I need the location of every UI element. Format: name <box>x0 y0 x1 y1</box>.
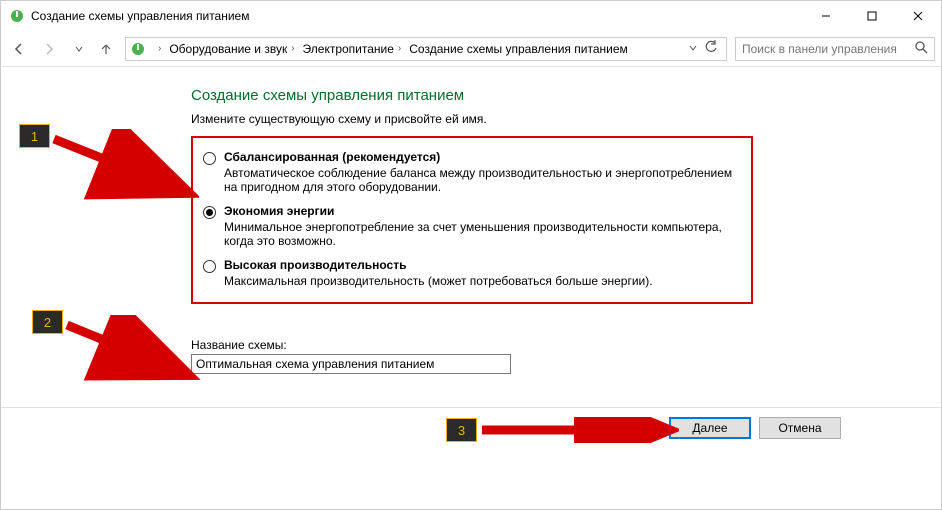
plan-balanced[interactable]: Сбалансированная (рекомендуется) Автомат… <box>203 150 741 194</box>
plan-saver-desc: Минимальное энергопотребление за счет ум… <box>224 220 741 248</box>
plan-high[interactable]: Высокая производительность Максимальная … <box>203 258 741 288</box>
plan-saver[interactable]: Экономия энергии Минимальное энергопотре… <box>203 204 741 248</box>
plan-high-desc: Максимальная производительность (может п… <box>224 274 741 288</box>
crumb-create-plan[interactable]: Создание схемы управления питанием <box>405 42 631 56</box>
forward-button[interactable] <box>37 37 61 61</box>
search-input[interactable] <box>742 42 915 56</box>
annotation-arrow-3 <box>479 417 679 443</box>
radio-balanced[interactable] <box>203 152 216 165</box>
refresh-icon[interactable] <box>704 40 718 57</box>
cancel-button[interactable]: Отмена <box>759 417 841 439</box>
app-icon <box>9 8 25 24</box>
next-button[interactable]: Далее <box>669 417 751 439</box>
name-section: Название схемы: <box>191 338 911 374</box>
plans-group: Сбалансированная (рекомендуется) Автомат… <box>191 136 753 304</box>
search-box[interactable] <box>735 37 935 61</box>
search-icon[interactable] <box>915 41 928 57</box>
annotation-badge-3: 3 <box>446 418 477 442</box>
plan-saver-title: Экономия энергии <box>224 204 741 218</box>
plan-high-title: Высокая производительность <box>224 258 741 272</box>
crumb-power[interactable]: Электропитание› <box>299 42 406 56</box>
back-button[interactable] <box>7 37 31 61</box>
annotation-badge-2: 2 <box>32 310 63 334</box>
window-controls <box>803 1 941 31</box>
breadcrumb[interactable]: › Оборудование и звук› Электропитание› С… <box>125 37 727 61</box>
page-subhead: Измените существующую схему и присвойте … <box>191 112 911 126</box>
radio-saver[interactable] <box>203 206 216 219</box>
divider <box>1 407 941 408</box>
annotation-arrow-2 <box>62 315 202 390</box>
breadcrumb-dropdown-icon[interactable] <box>688 42 698 56</box>
page-heading: Создание схемы управления питанием <box>191 87 911 104</box>
window-title: Создание схемы управления питанием <box>31 9 803 23</box>
plan-balanced-title: Сбалансированная (рекомендуется) <box>224 150 741 164</box>
navbar: › Оборудование и звук› Электропитание› С… <box>1 31 941 67</box>
maximize-button[interactable] <box>849 1 895 31</box>
radio-high[interactable] <box>203 260 216 273</box>
titlebar: Создание схемы управления питанием <box>1 1 941 31</box>
name-label: Название схемы: <box>191 338 911 352</box>
power-icon <box>130 41 146 57</box>
plan-balanced-desc: Автоматическое соблюдение баланса между … <box>224 166 741 194</box>
plan-name-input[interactable] <box>191 354 511 374</box>
up-button[interactable] <box>97 37 115 61</box>
crumb-root-chevron[interactable]: › <box>150 43 165 54</box>
minimize-button[interactable] <box>803 1 849 31</box>
annotation-badge-1: 1 <box>19 124 50 148</box>
annotation-arrow-1 <box>49 129 199 209</box>
crumb-hardware[interactable]: Оборудование и звук› <box>165 42 298 56</box>
recent-dropdown[interactable] <box>67 37 91 61</box>
close-button[interactable] <box>895 1 941 31</box>
